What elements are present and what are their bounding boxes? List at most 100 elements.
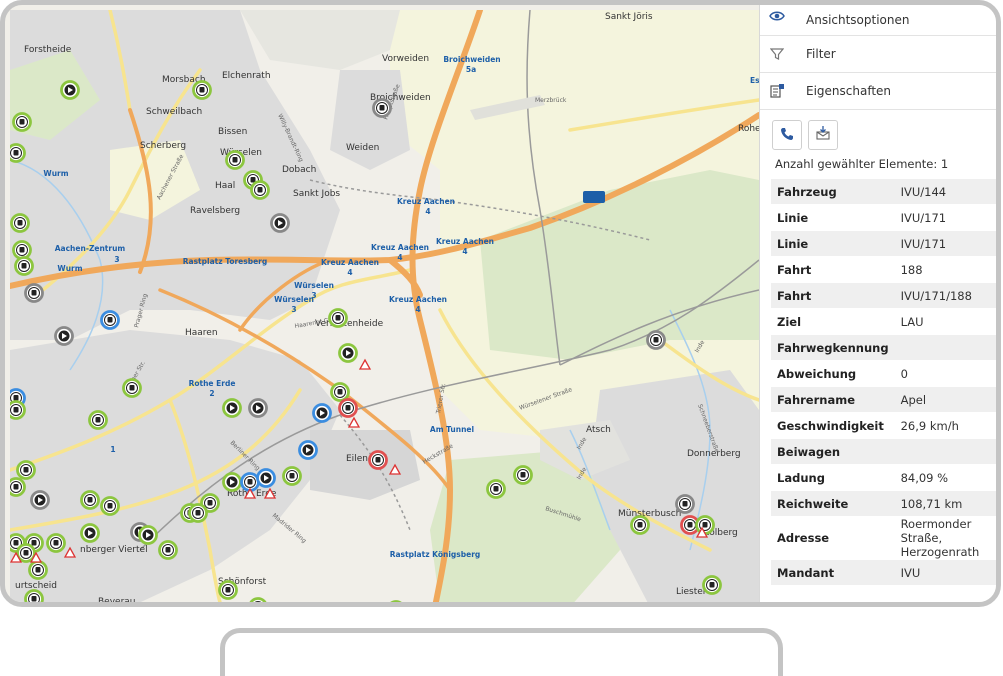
stop-marker[interactable] (10, 143, 26, 163)
stop-marker[interactable] (368, 450, 388, 470)
bus-icon (682, 501, 688, 507)
bus-icon (687, 522, 693, 528)
stop-marker[interactable] (328, 308, 348, 328)
message-button[interactable] (808, 120, 838, 150)
vehicle-marker[interactable] (222, 398, 242, 418)
bus-icon (23, 467, 29, 473)
stop-marker[interactable] (250, 180, 270, 200)
vehicle-marker[interactable] (60, 80, 80, 100)
road-label: Kreuz Aachen (321, 258, 379, 267)
vehicle-marker[interactable] (80, 523, 100, 543)
stop-marker[interactable] (646, 330, 666, 350)
stop-marker[interactable] (218, 580, 238, 600)
stop-marker[interactable] (225, 150, 245, 170)
property-key: Mandant (771, 559, 895, 586)
place-label: Elchenrath (222, 71, 271, 81)
bus-icon (31, 540, 37, 546)
property-key: Fahrzeug (771, 179, 895, 205)
stop-marker[interactable] (10, 477, 26, 497)
property-value: 108,71 km (894, 490, 996, 517)
menu-view-options[interactable]: Ansichtsoptionen (760, 5, 996, 36)
stop-marker[interactable] (630, 515, 650, 535)
stop-marker[interactable] (372, 98, 392, 118)
stop-marker[interactable] (14, 256, 34, 276)
bus-icon (256, 604, 261, 607)
bus-icon (493, 486, 499, 492)
side-panel: Ansichtsoptionen Filter Eigenschaften An… (759, 5, 1001, 607)
stop-marker[interactable] (16, 460, 36, 480)
bus-icon (129, 385, 135, 391)
vehicle-marker[interactable] (256, 468, 276, 488)
stop-marker[interactable] (46, 533, 66, 553)
vehicle-marker[interactable] (248, 398, 268, 418)
bus-icon (107, 503, 113, 509)
menu-view-options-label: Ansichtsoptionen (806, 13, 910, 27)
stop-marker[interactable] (122, 378, 142, 398)
stop-marker[interactable] (12, 240, 32, 260)
vehicle-marker[interactable] (138, 525, 158, 545)
bus-icon (21, 263, 27, 269)
bus-icon (17, 220, 23, 226)
stop-marker[interactable] (338, 398, 358, 418)
property-key: Ziel (771, 308, 895, 335)
stop-marker[interactable] (88, 410, 108, 430)
property-value: IVU/171 (894, 230, 996, 257)
bus-icon (225, 587, 231, 593)
property-key: Fahrt (771, 256, 895, 283)
stop-marker[interactable] (249, 597, 267, 608)
property-row: Ladung 84,09 % (771, 464, 996, 491)
stop-marker[interactable] (28, 560, 48, 580)
vehicle-marker[interactable] (30, 490, 50, 510)
menu-properties-label: Eigenschaften (806, 84, 892, 98)
bus-icon (702, 522, 708, 528)
stop-marker[interactable] (695, 515, 715, 535)
call-button[interactable] (772, 120, 802, 150)
property-row: Reichweite 108,71 km (771, 490, 996, 517)
stop-marker[interactable] (100, 310, 120, 330)
bus-icon (107, 317, 113, 323)
stop-marker[interactable] (486, 479, 506, 499)
stop-marker[interactable] (158, 540, 178, 560)
bus-icon (257, 187, 263, 193)
stop-marker[interactable] (675, 494, 695, 514)
stop-marker[interactable] (80, 490, 100, 510)
stop-marker[interactable] (24, 283, 44, 303)
motorway-shield (583, 191, 605, 203)
bus-icon (13, 150, 19, 156)
map-view[interactable]: Forstheide Morsbach Elchenrath Schweilbach B… (10, 10, 759, 607)
stop-marker[interactable] (513, 465, 533, 485)
property-value: IVU/171/188 (894, 282, 996, 309)
stop-marker[interactable] (24, 589, 44, 608)
menu-properties[interactable]: Eigenschaften (760, 73, 996, 110)
stop-marker[interactable] (702, 575, 722, 595)
property-value: Roermonder Straße, Herzogenrath (894, 516, 996, 560)
road-label: Kreuz Aachen (371, 243, 429, 252)
stop-marker[interactable] (10, 213, 30, 233)
bus-icon (35, 567, 41, 573)
vehicle-marker[interactable] (270, 213, 290, 233)
vehicle-marker[interactable] (54, 326, 74, 346)
stop-marker[interactable] (12, 112, 32, 132)
property-row: Fahrt 188 (771, 256, 996, 283)
road-label: Kreuz Aachen (389, 295, 447, 304)
place-label: Münsterbusch (618, 509, 681, 519)
property-row: Ziel LAU (771, 308, 996, 335)
action-buttons (760, 110, 996, 150)
stop-marker[interactable] (188, 503, 208, 523)
map-canvas[interactable]: ForstheideMorsbach ElchenrathSchweilbachB… (10, 10, 759, 607)
vehicle-marker[interactable] (338, 343, 358, 363)
stop-marker[interactable] (330, 382, 350, 402)
stop-marker[interactable] (282, 466, 302, 486)
panel-scrollbar[interactable] (998, 5, 1001, 607)
menu-filter[interactable]: Filter (760, 36, 996, 73)
stop-marker[interactable] (388, 600, 405, 608)
vehicle-marker[interactable] (312, 403, 332, 423)
stop-marker[interactable] (10, 400, 26, 420)
vehicle-marker[interactable] (298, 440, 318, 460)
property-key: Ladung (771, 464, 895, 491)
vehicle-marker[interactable] (222, 472, 242, 492)
stop-marker[interactable] (16, 543, 36, 563)
bus-icon (13, 395, 19, 401)
stop-marker[interactable] (192, 80, 212, 100)
stop-marker[interactable] (100, 496, 120, 516)
